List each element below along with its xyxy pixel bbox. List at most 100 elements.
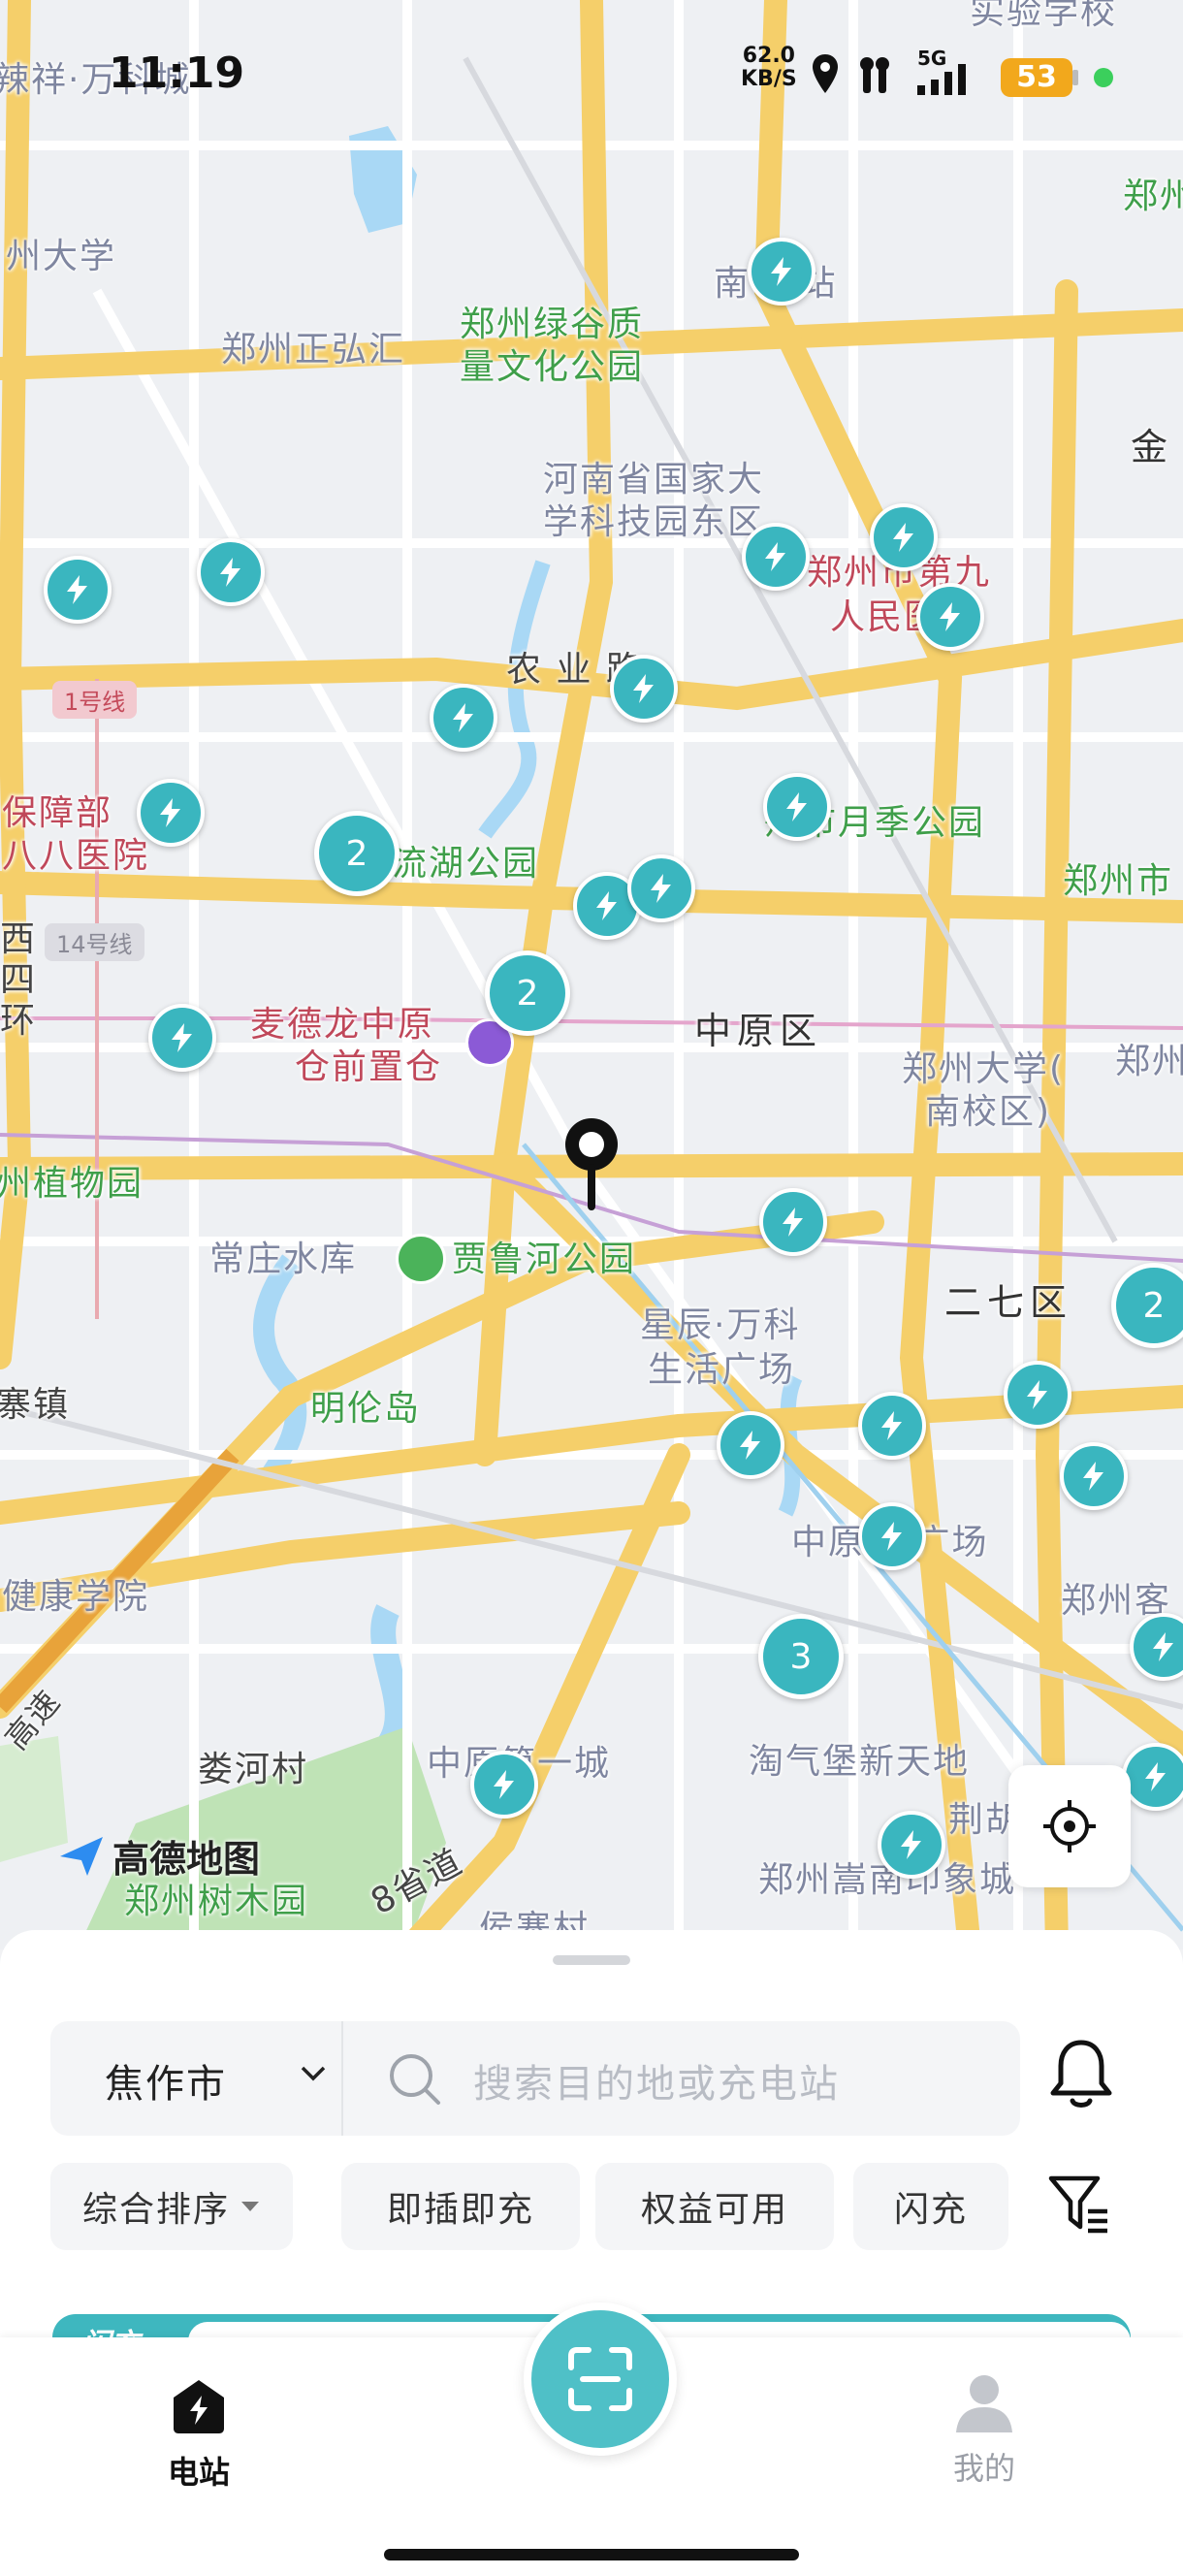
bottom-sheet: 焦作市 搜索目的地或充电站 综合排序 即插即充 权益可用 闪充 [0, 1930, 1183, 2337]
scan-charge-button[interactable] [524, 2302, 677, 2456]
scan-icon [568, 2347, 632, 2411]
lightning-icon [740, 1431, 760, 1460]
map-label-xingchen-2: 生活广场 [648, 1350, 796, 1390]
chevron-down-icon[interactable] [299, 2064, 328, 2083]
charging-station-marker[interactable] [858, 1392, 926, 1460]
map-label-metro-store-2: 仓前置仓 [295, 1047, 443, 1087]
search-divider [341, 2021, 343, 2136]
filter-icon[interactable] [1047, 2173, 1111, 2237]
center-location-pin-icon [565, 1118, 618, 1210]
cellular-signal-icon [917, 64, 966, 95]
map-label-liuhu-park: 流湖公园 [392, 844, 540, 884]
chip-benefits-available[interactable]: 权益可用 [595, 2163, 834, 2250]
lightning-icon [596, 891, 617, 920]
charging-station-marker[interactable] [916, 583, 984, 651]
charging-station-marker[interactable] [759, 1188, 827, 1256]
station-cluster[interactable]: 2 [485, 950, 570, 1036]
map-label-botanical-garden: 州植物园 [0, 1164, 144, 1204]
park-poi-icon[interactable] [396, 1234, 446, 1284]
map-label-zhongyuan-district: 中原区 [694, 1010, 823, 1052]
charging-station-marker[interactable] [870, 503, 938, 571]
charging-station-marker[interactable] [627, 854, 695, 922]
charging-station-marker[interactable] [1122, 1743, 1183, 1811]
privacy-indicator-dot [1094, 68, 1113, 87]
lightning-icon [453, 703, 473, 732]
map-label-arboretum: 郑州树木园 [124, 1882, 309, 1921]
charging-station-marker[interactable] [1004, 1361, 1071, 1429]
charging-station-marker[interactable] [748, 238, 815, 306]
map-label-jialuhe-park: 贾鲁河公园 [452, 1240, 637, 1279]
charging-station-marker[interactable] [717, 1411, 784, 1479]
map-label-health-college: 健康学院 [2, 1577, 150, 1617]
map-label-lvgu-park-2: 量文化公园 [460, 347, 645, 387]
chip-fast-charge[interactable]: 闪充 [853, 2163, 1008, 2250]
map-label-zhenghong: 郑州正弘汇 [221, 330, 406, 370]
map-label-zzu-south-2: 南校区) [925, 1092, 1052, 1132]
map-label-zzu-south: 郑州大学( [902, 1049, 1066, 1089]
charging-station-marker[interactable] [742, 523, 810, 591]
signal-hd-icon [860, 57, 889, 93]
station-home-icon [174, 2380, 224, 2433]
lightning-icon [1027, 1380, 1047, 1409]
map-label-changzhuang-reservoir: 常庄水库 [209, 1240, 358, 1279]
lightning-icon [633, 674, 654, 703]
charging-station-marker[interactable] [148, 1004, 216, 1072]
lightning-icon [651, 874, 671, 903]
lightning-icon [1083, 1462, 1103, 1491]
charging-station-marker[interactable] [137, 779, 205, 847]
charging-station-marker[interactable] [1060, 1442, 1128, 1510]
lightning-icon [67, 575, 87, 604]
charging-station-marker[interactable] [197, 538, 265, 606]
charging-station-marker[interactable] [878, 1811, 945, 1879]
map-label-lvgu-park: 郑州绿谷质 [460, 305, 645, 344]
locate-me-button[interactable] [1008, 1765, 1131, 1887]
status-bar: 11:19 62.0 KB/S 5G 53 [0, 0, 1183, 145]
charging-station-marker[interactable] [430, 684, 497, 752]
charging-station-marker[interactable] [470, 1751, 538, 1819]
lightning-icon [1145, 1762, 1166, 1791]
amap-logo: 高德地图 [58, 1829, 260, 1883]
chip-sort[interactable]: 综合排序 [50, 2163, 293, 2250]
lightning-icon [160, 798, 180, 827]
bell-icon[interactable] [1047, 2037, 1115, 2110]
net-speed: 62.0 KB/S [741, 44, 797, 91]
chip-plug-and-charge[interactable]: 即插即充 [341, 2163, 580, 2250]
map-label-erqi-district: 二七区 [944, 1281, 1073, 1324]
lightning-icon [172, 1023, 192, 1052]
search-icon [390, 2054, 440, 2105]
status-time: 11:19 [109, 48, 245, 98]
charging-station-marker[interactable] [858, 1502, 926, 1570]
charging-station-marker[interactable] [763, 773, 831, 841]
sheet-drag-handle[interactable] [553, 1955, 630, 1965]
lightning-icon [1153, 1632, 1173, 1661]
lightning-icon [881, 1411, 902, 1440]
map-view[interactable]: 实验学校 辣祥·万科城 郑州 州大学 南 寨站 郑州绿谷质 量文化公园 郑州正弘… [0, 0, 1183, 1949]
lightning-icon [783, 1208, 803, 1237]
city-selector[interactable]: 焦作市 [105, 2052, 227, 2109]
map-label-keji-park: 河南省国家大 [543, 460, 765, 499]
map-label-baozhang: 保障部 [2, 793, 113, 833]
map-label-minglun-island: 明伦岛 [310, 1389, 422, 1429]
tab-stations[interactable]: 电站 [145, 2376, 252, 2493]
search-input[interactable]: 搜索目的地或充电站 [473, 2052, 840, 2109]
charging-station-marker[interactable] [44, 556, 112, 624]
map-label-zhengzhou-univ: 州大学 [6, 237, 117, 276]
lightning-icon [494, 1770, 514, 1799]
battery-level: 53 [1001, 58, 1072, 97]
map-label-metro-store: 麦德龙中原 [250, 1005, 435, 1045]
lightning-icon [765, 542, 785, 571]
station-cluster[interactable]: 3 [758, 1614, 844, 1699]
battery-tip [1072, 70, 1078, 85]
map-label-xisihuan: 西四环 [0, 919, 38, 1041]
map-label-louhe-village: 娄河村 [198, 1750, 309, 1789]
map-label-xingchen: 星辰·万科 [640, 1305, 801, 1345]
map-label-zhai-town: 寨镇 [0, 1385, 71, 1425]
amap-arrow-icon [60, 1836, 103, 1876]
lightning-icon [901, 1830, 921, 1859]
map-label-zhengzhou-top-right: 郑州 [1123, 177, 1183, 216]
home-indicator [384, 2549, 799, 2560]
station-cluster[interactable]: 2 [314, 811, 400, 896]
tab-mine[interactable]: 我的 [931, 2370, 1038, 2489]
metro-badge-line14: 14号线 [45, 923, 144, 961]
charging-station-marker[interactable] [610, 655, 678, 723]
